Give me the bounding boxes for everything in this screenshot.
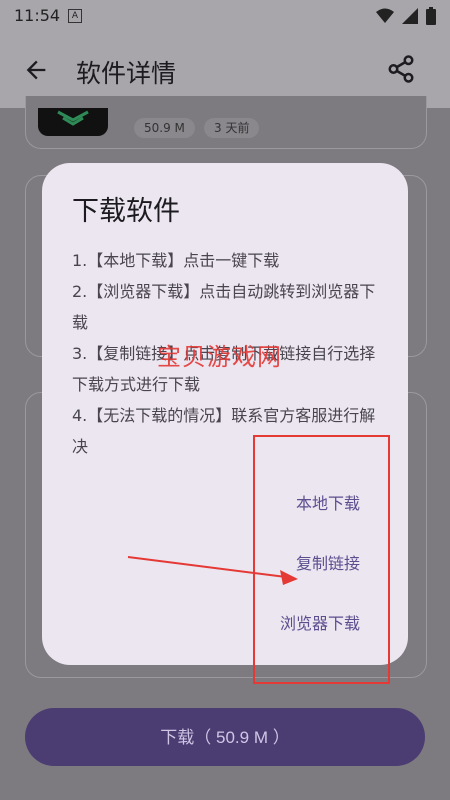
notification-badge-icon: A (68, 9, 82, 23)
size-chip: 50.9 M (134, 118, 195, 138)
watermark: 宝贝游戏网 (157, 343, 282, 371)
status-time: 11:54 (14, 6, 61, 25)
annotation-highlight-box (253, 435, 390, 684)
date-chip: 3 天前 (204, 118, 260, 138)
dialog-title: 下载软件 (72, 196, 180, 227)
battery-icon (426, 7, 436, 25)
status-bar: 11:54 A (0, 0, 450, 32)
signal-icon (402, 8, 418, 24)
instruction-step: 1.【本地下载】点击一键下载 (72, 251, 280, 270)
back-arrow-icon[interactable] (22, 56, 50, 84)
instruction-step: 2.【浏览器下载】点击自动跳转到浏览器下载 (72, 282, 376, 332)
share-icon[interactable] (386, 54, 416, 84)
download-button[interactable]: 下载（ 50.9 M ） (25, 708, 425, 766)
system-icons (376, 7, 436, 25)
page-title: 软件详情 (76, 59, 177, 88)
app-logo-icon (57, 110, 89, 126)
app-icon (38, 108, 108, 136)
wifi-icon (376, 8, 394, 23)
